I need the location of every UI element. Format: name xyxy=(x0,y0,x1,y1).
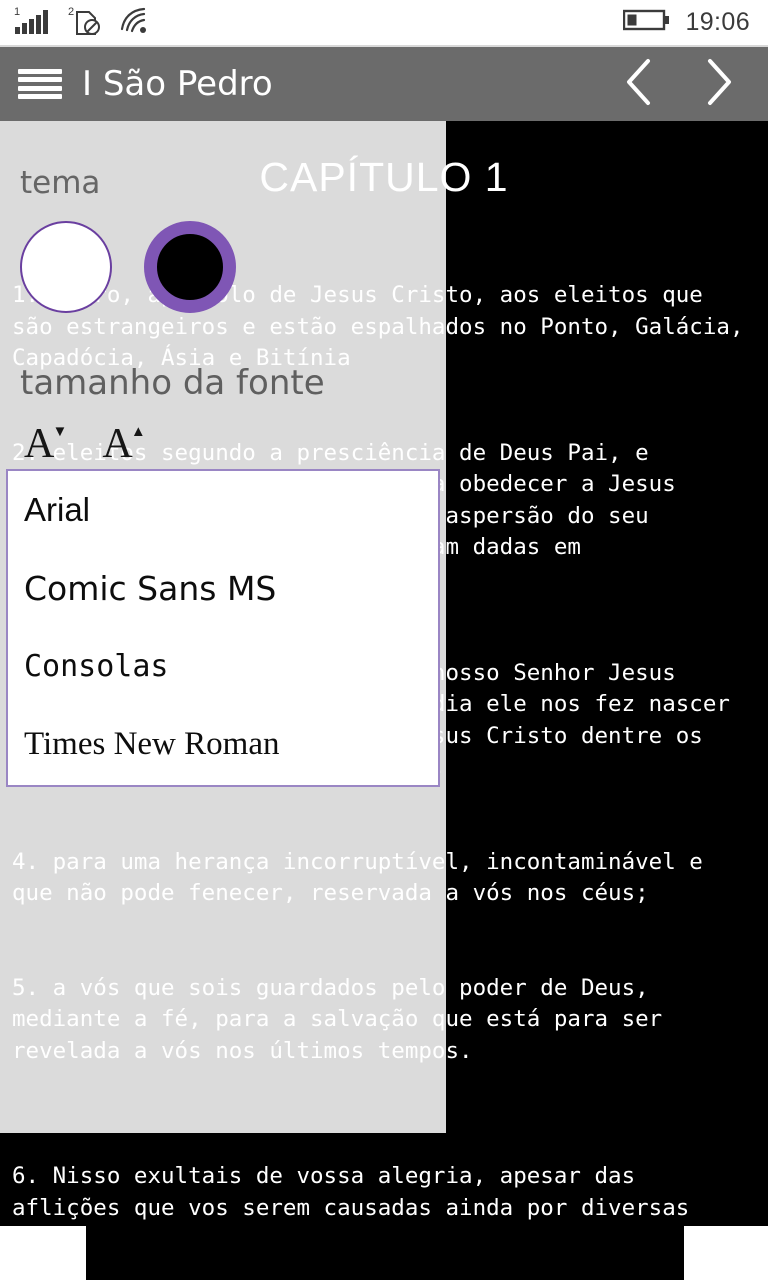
book-title: I São Pedro xyxy=(82,64,273,104)
font-option-times-new-roman[interactable]: Times New Roman xyxy=(8,705,438,783)
increase-font-letter: A xyxy=(102,421,133,467)
system-status-bar: 1 2 19:06 xyxy=(0,0,768,47)
theme-swatch-dark-selected[interactable] xyxy=(144,221,236,313)
decrease-font-letter: A xyxy=(24,421,55,467)
sim-card-blocked-icon: 2 xyxy=(68,5,104,40)
hamburger-menu-icon[interactable] xyxy=(18,69,62,99)
chevron-left-icon xyxy=(622,57,656,112)
theme-swatch-group xyxy=(20,221,236,313)
chevron-right-icon xyxy=(702,57,736,112)
svg-text:1: 1 xyxy=(14,6,20,18)
next-chapter-button[interactable] xyxy=(692,47,746,121)
decrease-font-size-button[interactable]: A ▼ xyxy=(24,421,67,467)
app-header-bar: I São Pedro xyxy=(0,47,768,121)
theme-section-label: tema xyxy=(20,165,101,201)
font-option-consolas[interactable]: Consolas xyxy=(8,627,438,705)
wifi-icon xyxy=(118,5,152,40)
svg-text:2: 2 xyxy=(68,6,74,18)
font-family-dropdown-list[interactable]: Arial Comic Sans MS Consolas Times New R… xyxy=(6,469,440,787)
theme-swatch-light[interactable] xyxy=(20,221,112,313)
prev-chapter-button[interactable] xyxy=(612,47,666,121)
font-option-arial[interactable]: Arial xyxy=(8,471,438,549)
signal-bars-icon: 1 xyxy=(14,5,54,40)
phone-screen: 1 2 19:06 I São Pedro 1 aos eleitos que … xyxy=(0,0,768,1280)
status-clock: 19:06 xyxy=(685,8,750,36)
caret-down-icon: ▼ xyxy=(52,424,68,440)
font-option-comic-sans-ms[interactable]: Comic Sans MS xyxy=(8,549,438,627)
caret-up-icon: ▲ xyxy=(130,424,146,440)
bottom-navigation-bar[interactable] xyxy=(86,1226,684,1280)
increase-font-size-button[interactable]: A ▲ xyxy=(102,421,145,467)
fontsize-section-label: tamanho da fonte xyxy=(20,363,325,403)
fontsize-control-group: A ▼ A ▲ xyxy=(24,421,146,467)
status-right-group: 19:06 xyxy=(623,7,768,38)
verse-item: 6. Nisso exultais de vossa alegria, apes… xyxy=(12,1163,690,1221)
status-left-icons: 1 2 xyxy=(0,5,152,40)
battery-low-icon xyxy=(623,7,671,38)
chapter-nav-group xyxy=(612,47,768,121)
